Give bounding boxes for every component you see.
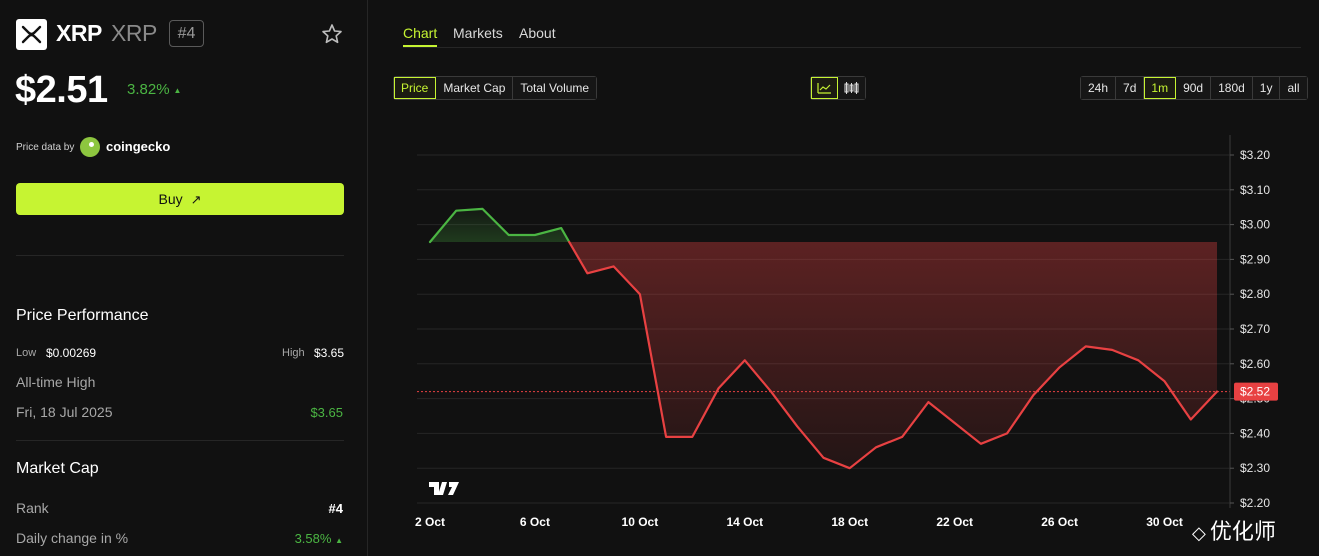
y-tick-label: $2.40 bbox=[1240, 426, 1270, 440]
diamond-icon: ◇ bbox=[1192, 523, 1206, 543]
y-tick-label: $2.90 bbox=[1240, 252, 1270, 266]
x-tick-label: 6 Oct bbox=[520, 515, 550, 529]
y-tick-label: $2.20 bbox=[1240, 496, 1270, 510]
x-tick-label: 14 Oct bbox=[726, 515, 763, 529]
y-tick-label: $2.80 bbox=[1240, 287, 1270, 301]
y-tick-label: $3.20 bbox=[1240, 148, 1270, 162]
x-tick-label: 18 Oct bbox=[831, 515, 868, 529]
watermark: ◇ 优化师 bbox=[1192, 514, 1276, 546]
current-price-label: $2.52 bbox=[1240, 385, 1270, 399]
x-tick-label: 26 Oct bbox=[1041, 515, 1078, 529]
y-tick-label: $3.00 bbox=[1240, 218, 1270, 232]
watermark-text: 优化师 bbox=[1209, 519, 1276, 544]
y-tick-label: $2.70 bbox=[1240, 322, 1270, 336]
tradingview-icon[interactable] bbox=[429, 482, 459, 495]
x-tick-label: 22 Oct bbox=[936, 515, 973, 529]
x-tick-label: 30 Oct bbox=[1146, 515, 1183, 529]
y-tick-label: $2.60 bbox=[1240, 357, 1270, 371]
x-tick-label: 10 Oct bbox=[622, 515, 659, 529]
x-tick-label: 2 Oct bbox=[415, 515, 445, 529]
price-chart[interactable]: $3.20$3.10$3.00$2.90$2.80$2.70$2.60$2.50… bbox=[0, 0, 1319, 556]
y-tick-label: $3.10 bbox=[1240, 183, 1270, 197]
y-tick-label: $2.30 bbox=[1240, 461, 1270, 475]
